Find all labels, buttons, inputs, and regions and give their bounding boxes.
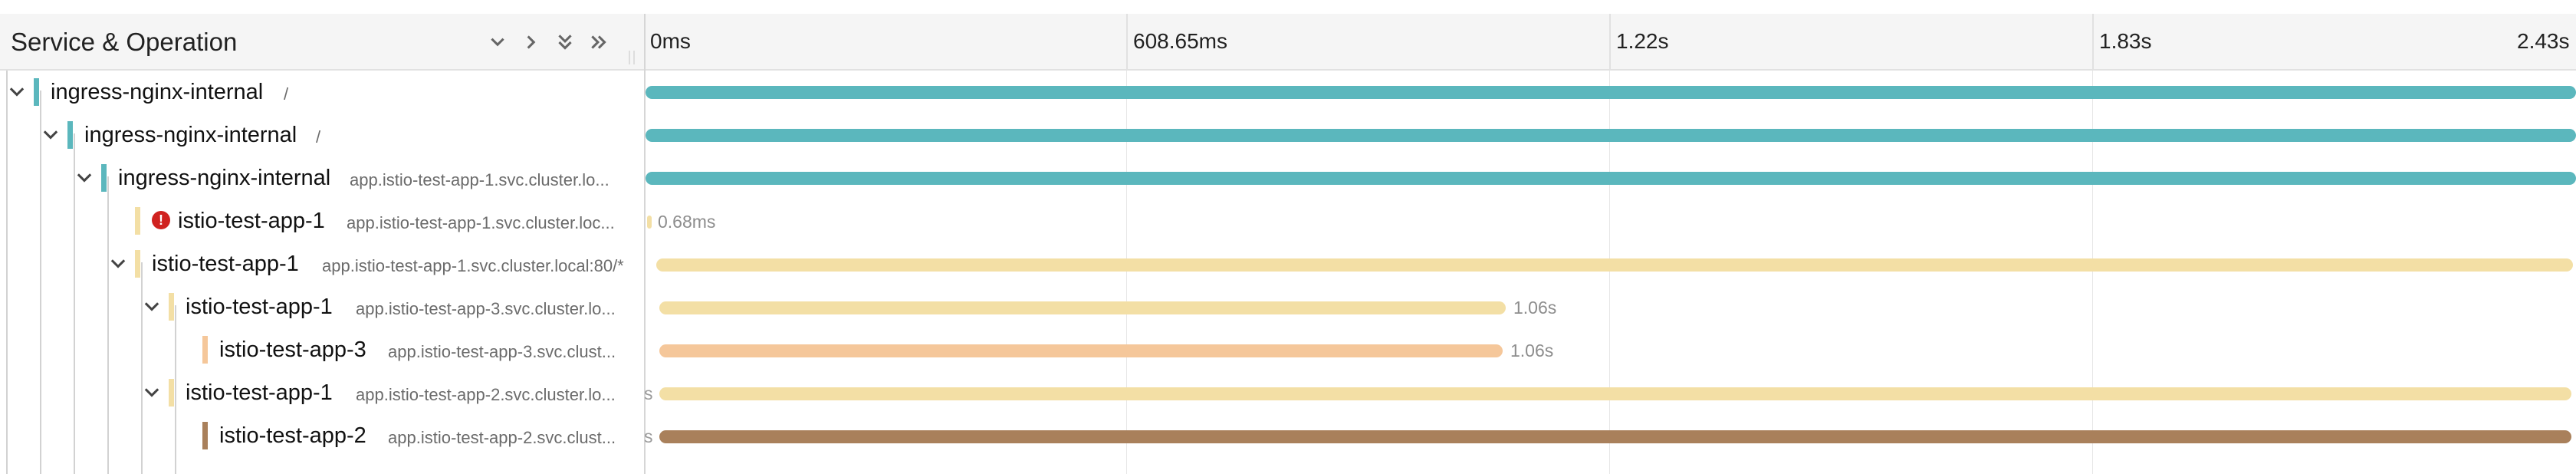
chevron-down-icon [144, 388, 159, 397]
tick-gridline [2092, 14, 2094, 71]
service-name: ingress-nginx-internal [51, 80, 264, 104]
service-name: istio-test-app-3 [219, 337, 366, 362]
error-icon: ! [152, 211, 170, 229]
service-name: ingress-nginx-internal [84, 123, 297, 147]
overflow-marker: s [644, 426, 653, 446]
timeline-header: 0ms 608.65ms 1.22s 1.83s 2.43s [646, 14, 2576, 71]
service-color-bar [34, 78, 39, 106]
time-tick: 1.83s [2099, 29, 2152, 53]
span-bar[interactable] [646, 129, 2576, 142]
span-row[interactable]: istio-test-app-2 app.istio-test-app-2.sv… [0, 414, 644, 457]
expand-one-button[interactable] [517, 28, 546, 57]
tick-gridline [1609, 14, 1611, 71]
span-bar[interactable] [646, 172, 2576, 185]
column-resize-handle[interactable] [627, 51, 638, 71]
span-bar[interactable] [646, 86, 2576, 99]
span-row[interactable]: ! istio-test-app-1 app.istio-test-app-1.… [0, 199, 644, 242]
double-chevron-right-icon [591, 35, 606, 49]
chevron-down-icon [9, 87, 25, 97]
double-chevron-down-icon [558, 35, 572, 50]
operation-name: app.istio-test-app-2.svc.clust... [388, 428, 616, 447]
span-duration: 0.68ms [658, 212, 716, 232]
span-row[interactable]: ingress-nginx-internal / [0, 71, 644, 114]
collapse-toggle[interactable] [141, 296, 163, 318]
service-name: istio-test-app-1 [186, 380, 333, 405]
operation-name: / [316, 127, 321, 146]
operation-name: app.istio-test-app-1.svc.cluster.local:8… [322, 256, 624, 275]
time-tick: 1.22s [1616, 29, 1669, 53]
service-name: istio-test-app-1 [186, 295, 333, 319]
service-color-bar [202, 422, 208, 449]
service-name: istio-test-app-2 [219, 423, 366, 448]
collapse-toggle[interactable] [141, 382, 163, 403]
operation-name: app.istio-test-app-3.svc.cluster.lo... [356, 299, 616, 318]
span-row[interactable]: istio-test-app-1 app.istio-test-app-1.sv… [0, 242, 644, 285]
collapse-toggle[interactable] [6, 81, 28, 103]
collapse-all-button[interactable] [550, 28, 580, 57]
tick-gridline [1126, 14, 1128, 71]
service-name: istio-test-app-1 [152, 252, 299, 276]
tree-controls [483, 28, 613, 57]
span-bar[interactable] [659, 430, 2571, 443]
span-bar[interactable] [659, 344, 1503, 357]
operation-name: / [284, 84, 289, 104]
chevron-right-icon [527, 35, 536, 49]
timeline-pane: 0ms 608.65ms 1.22s 1.83s 2.43s 0.68ms 1.… [644, 14, 2576, 474]
chevron-down-icon [43, 130, 58, 140]
service-color-bar [135, 207, 140, 235]
span-row[interactable]: istio-test-app-3 app.istio-test-app-3.sv… [0, 328, 644, 371]
operation-name: app.istio-test-app-1.svc.cluster.lo... [350, 170, 610, 189]
service-color-bar [202, 336, 208, 364]
service-name: istio-test-app-1 [178, 209, 325, 233]
expand-all-button[interactable] [584, 28, 613, 57]
overflow-marker: s [644, 383, 653, 403]
span-bar[interactable] [659, 301, 1506, 314]
collapse-toggle[interactable] [107, 253, 129, 275]
top-strip [0, 0, 2576, 15]
operation-name: app.istio-test-app-3.svc.clust... [388, 342, 616, 361]
service-operation-header: Service & Operation [0, 14, 644, 71]
column-title: Service & Operation [11, 28, 238, 56]
collapse-one-button[interactable] [483, 28, 512, 57]
time-tick: 0ms [650, 29, 691, 53]
collapse-toggle[interactable] [40, 124, 61, 146]
span-bar[interactable] [647, 216, 652, 229]
service-color-bar [101, 164, 107, 192]
span-bar[interactable] [656, 258, 2573, 272]
service-color-bar [169, 379, 174, 407]
service-color-bar [67, 121, 73, 149]
service-name: ingress-nginx-internal [118, 166, 331, 190]
service-operation-pane: Service & Operation ingress-nginx-intern… [0, 14, 644, 474]
service-color-bar [135, 250, 140, 278]
span-row[interactable]: ingress-nginx-internal / [0, 114, 644, 156]
time-tick: 2.43s [2517, 29, 2570, 53]
operation-name: app.istio-test-app-1.svc.cluster.loc... [347, 213, 615, 232]
service-color-bar [169, 293, 174, 321]
chevron-down-icon [110, 259, 126, 268]
collapse-toggle[interactable] [74, 167, 95, 189]
chevron-down-icon [144, 302, 159, 311]
time-tick: 608.65ms [1133, 29, 1227, 53]
span-row[interactable]: istio-test-app-1 app.istio-test-app-3.sv… [0, 285, 644, 328]
span-row[interactable]: istio-test-app-1 app.istio-test-app-2.sv… [0, 371, 644, 414]
span-duration: 1.06s [1510, 341, 1554, 360]
operation-name: app.istio-test-app-2.svc.cluster.lo... [356, 385, 616, 404]
chevron-down-icon [491, 38, 504, 47]
span-duration: 1.06s [1513, 298, 1557, 318]
span-row[interactable]: ingress-nginx-internal app.istio-test-ap… [0, 156, 644, 199]
span-bar[interactable] [659, 387, 2571, 400]
chevron-down-icon [77, 173, 92, 183]
